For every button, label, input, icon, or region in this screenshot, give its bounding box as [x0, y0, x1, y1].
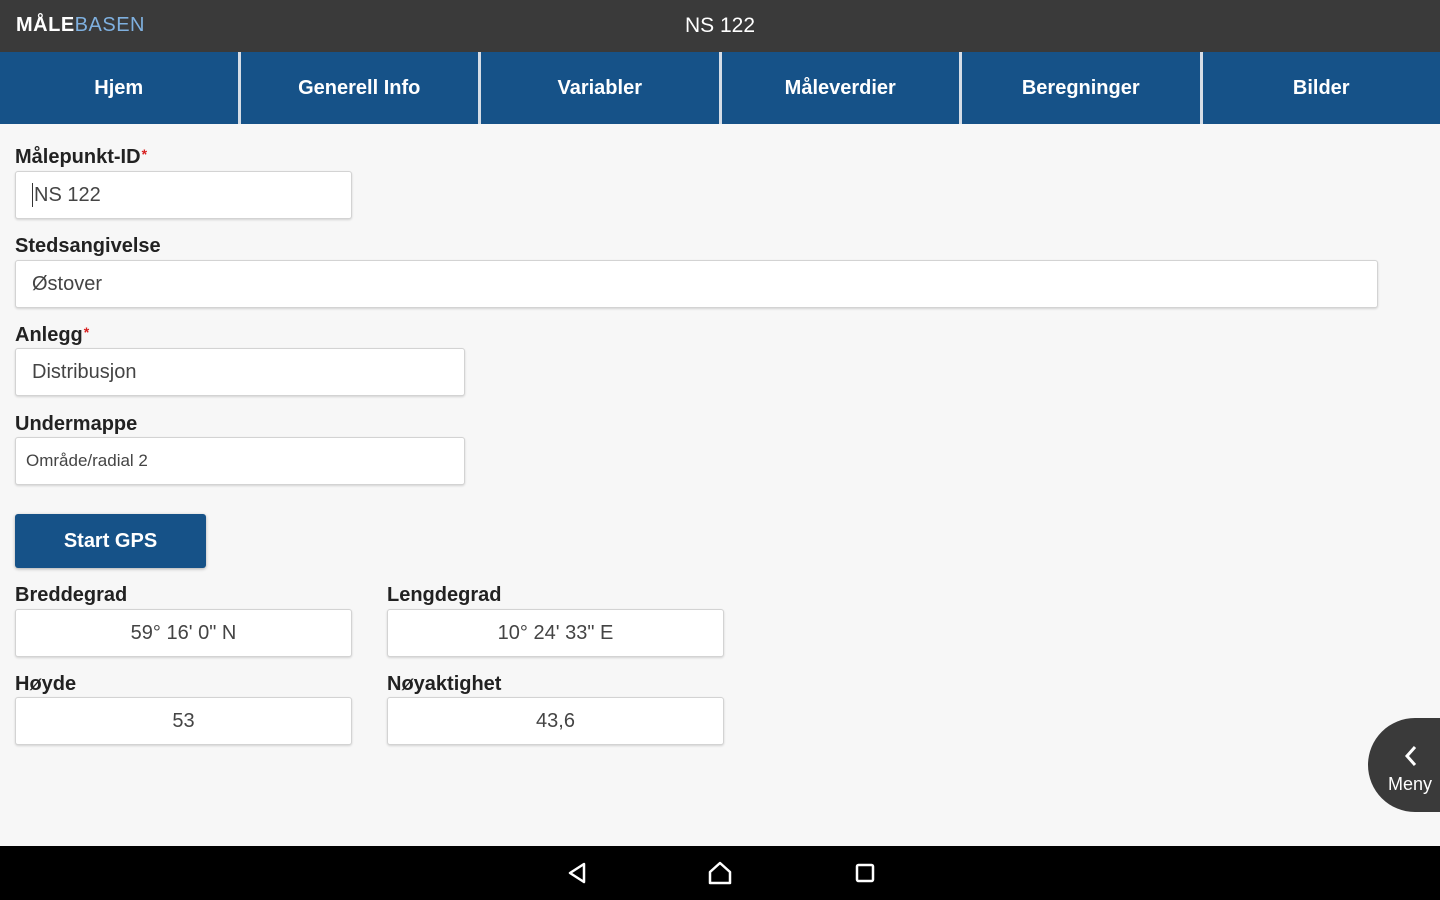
malepunkt-id-input[interactable]: NS 122	[15, 171, 352, 219]
stedsangivelse-input[interactable]: Østover	[15, 260, 1378, 308]
hoyde-label: Høyde	[15, 673, 77, 695]
hoyde-field[interactable]: 53	[15, 697, 352, 745]
noyaktighet-label: Nøyaktighet	[387, 673, 502, 695]
anlegg-label: Anlegg*	[15, 324, 89, 347]
required-marker: *	[83, 324, 90, 340]
tab-generell-info[interactable]: Generell Info	[241, 52, 481, 124]
malepunkt-label: Målepunkt-ID*	[15, 146, 147, 169]
home-icon[interactable]	[705, 858, 735, 888]
lengdegrad-value: 10° 24' 33" E	[497, 621, 614, 644]
app-header: MÅLE BASEN NS 122	[0, 0, 1440, 52]
tab-bar: Hjem Generell Info Variabler Måleverdier…	[0, 52, 1440, 124]
lengdegrad-label: Lengdegrad	[387, 584, 502, 606]
breddegrad-value: 59° 16' 0" N	[130, 621, 237, 644]
lengdegrad-field[interactable]: 10° 24' 33" E	[387, 609, 724, 657]
malepunkt-label-text: Målepunkt-ID	[15, 146, 141, 168]
undermappe-value: Område/radial 2	[26, 451, 148, 470]
required-marker: *	[141, 146, 148, 162]
breddegrad-label: Breddegrad	[15, 584, 128, 606]
back-icon[interactable]	[562, 858, 592, 888]
malepunkt-id-value: NS 122	[34, 183, 101, 206]
hoyde-value: 53	[172, 709, 195, 732]
system-nav-bar	[0, 846, 1440, 900]
undermappe-input[interactable]: Område/radial 2	[15, 437, 465, 485]
stedsangivelse-label: Stedsangivelse	[15, 235, 161, 257]
screen-title: NS 122	[684, 14, 756, 37]
tab-bilder[interactable]: Bilder	[1203, 52, 1440, 124]
chevron-left-icon	[1404, 742, 1418, 774]
tab-hjem[interactable]: Hjem	[0, 52, 241, 124]
menu-button[interactable]: Meny	[1368, 718, 1440, 812]
undermappe-label: Undermappe	[15, 413, 138, 435]
text-cursor	[32, 183, 33, 207]
tab-maleverdier[interactable]: Måleverdier	[722, 52, 962, 124]
start-gps-button[interactable]: Start GPS	[15, 514, 206, 568]
breddegrad-field[interactable]: 59° 16' 0" N	[15, 609, 352, 657]
recents-icon[interactable]	[850, 858, 880, 888]
anlegg-input[interactable]: Distribusjon	[15, 348, 465, 396]
tab-beregninger[interactable]: Beregninger	[962, 52, 1203, 124]
noyaktighet-value: 43,6	[536, 709, 575, 732]
menu-label: Meny	[1388, 774, 1433, 794]
noyaktighet-field[interactable]: 43,6	[387, 697, 724, 745]
anlegg-value: Distribusjon	[32, 360, 137, 383]
tab-variabler[interactable]: Variabler	[481, 52, 722, 124]
anlegg-label-text: Anlegg	[15, 324, 83, 346]
stedsangivelse-value: Østover	[32, 272, 103, 295]
